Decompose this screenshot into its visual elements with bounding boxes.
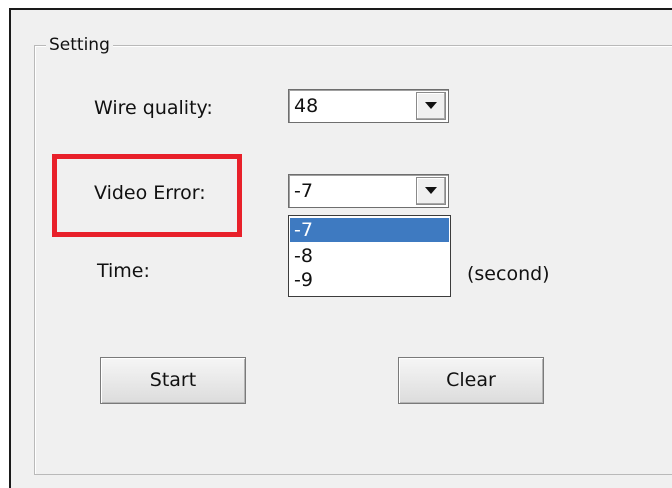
chevron-down-icon <box>425 102 437 109</box>
dropdown-option[interactable]: -8 <box>290 244 449 268</box>
time-unit-label: (second) <box>467 263 550 285</box>
time-label: Time: <box>97 260 150 282</box>
video-error-dropdown-button[interactable] <box>416 177 446 205</box>
setting-group-title: Setting <box>46 33 113 57</box>
wire-quality-dropdown-button[interactable] <box>416 92 446 120</box>
video-error-dropdown-list[interactable]: -7 -8 -9 <box>288 215 451 297</box>
chevron-down-icon <box>425 187 437 194</box>
dropdown-option[interactable]: -7 <box>290 218 449 242</box>
dropdown-option[interactable]: -9 <box>290 268 449 292</box>
video-error-value: -7 <box>294 180 313 202</box>
video-error-combobox[interactable]: -7 <box>288 174 449 208</box>
wire-quality-label: Wire quality: <box>94 97 213 119</box>
highlight-annotation-box <box>52 154 242 237</box>
clear-button[interactable]: Clear <box>398 357 544 404</box>
wire-quality-combobox[interactable]: 48 <box>288 89 449 123</box>
wire-quality-value: 48 <box>294 95 319 117</box>
start-button[interactable]: Start <box>100 357 246 404</box>
